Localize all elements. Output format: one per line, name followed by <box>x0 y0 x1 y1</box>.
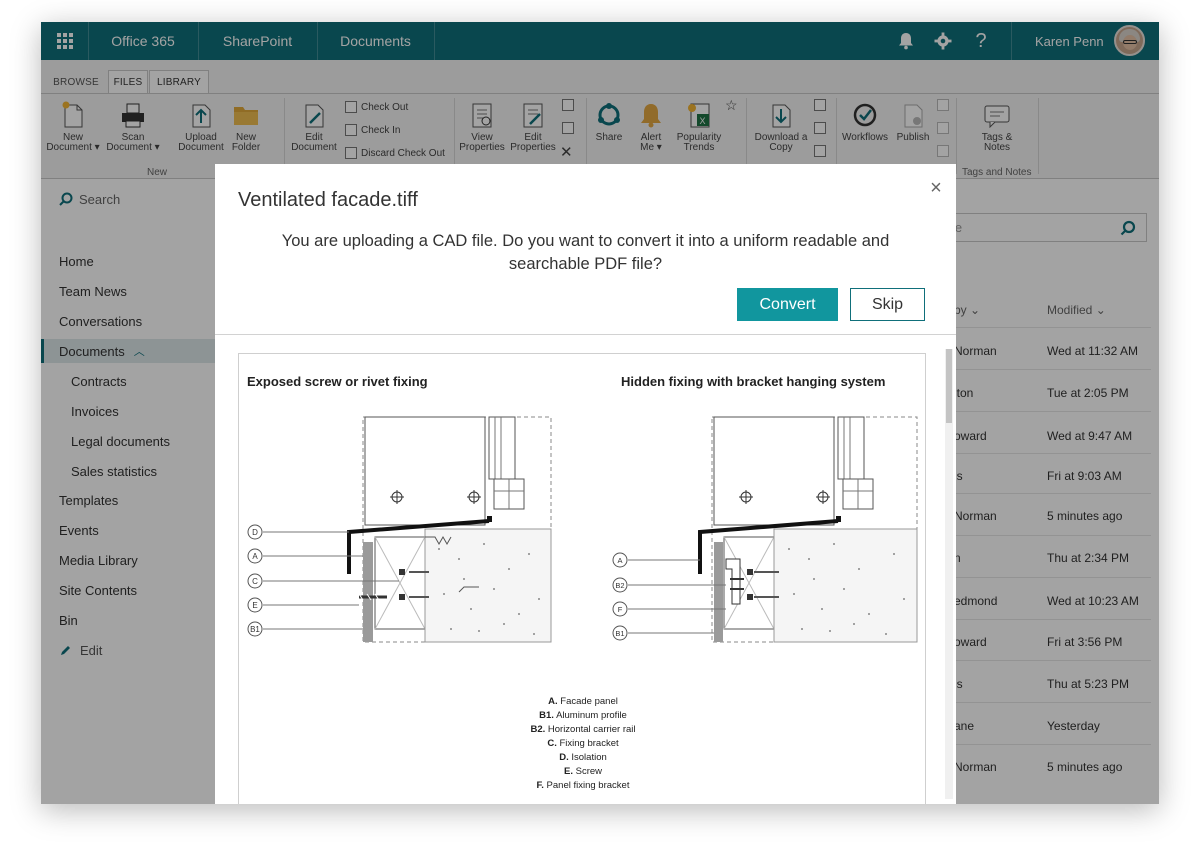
cad-preview: Exposed screw or rivet fixing Hidden fix… <box>238 353 926 804</box>
callout-label: D <box>252 528 258 537</box>
right-drawing-title: Hidden fixing with bracket hanging syste… <box>621 374 886 389</box>
dialog-divider <box>215 334 956 335</box>
convert-button[interactable]: Convert <box>737 288 838 321</box>
upload-dialog: Ventilated facade.tiff × You are uploadi… <box>215 164 956 804</box>
scrollbar-thumb[interactable] <box>946 349 952 423</box>
callout-label: A <box>252 552 258 561</box>
legend-item: C. Fixing bracket <box>239 737 925 751</box>
callout-label: E <box>252 601 257 610</box>
dialog-title: Ventilated facade.tiff <box>238 189 418 211</box>
skip-button[interactable]: Skip <box>850 288 925 321</box>
callout-label: B1 <box>250 625 260 634</box>
close-icon[interactable]: × <box>922 174 950 202</box>
callout-label: A <box>617 556 622 565</box>
legend-key: A. <box>548 696 558 707</box>
legend-text: Horizontal carrier rail <box>547 724 636 735</box>
legend-key: B2. <box>530 724 546 735</box>
callout-label: B2 <box>615 581 624 590</box>
cad-drawing-left: D A C E B1 <box>247 416 552 643</box>
callout-label: F <box>618 605 623 614</box>
legend-item: D. Isolation <box>239 751 925 765</box>
legend-item: E. Screw <box>239 765 925 779</box>
legend-key: F. <box>536 780 544 791</box>
legend-key: C. <box>547 738 557 749</box>
left-drawing-title: Exposed screw or rivet fixing <box>247 374 428 389</box>
legend-text: Fixing bracket <box>559 738 619 749</box>
sharepoint-window: Office 365 SharePoint Documents ? Karen … <box>41 22 1159 804</box>
callout-label: B1 <box>615 629 624 638</box>
legend-text: Aluminum profile <box>556 710 627 721</box>
legend-text: Isolation <box>571 752 607 763</box>
dialog-message: You are uploading a CAD file. Do you wan… <box>281 232 890 273</box>
cad-drawing-right: A B2 F B1 <box>612 416 918 643</box>
legend-key: E. <box>563 766 573 777</box>
legend-key: B1. <box>539 710 554 721</box>
legend-text: Panel fixing bracket <box>546 780 630 791</box>
callout-label: C <box>252 577 258 586</box>
preview-scrollbar[interactable] <box>945 349 953 799</box>
legend-item: B2. Horizontal carrier rail <box>239 723 925 737</box>
legend-item: B1. Aluminum profile <box>239 709 925 723</box>
legend-text: Screw <box>575 766 603 777</box>
legend-item: F. Panel fixing bracket <box>239 779 925 793</box>
legend-key: D. <box>559 752 569 763</box>
legend-item: A. Facade panel <box>239 695 925 709</box>
legend-text: Facade panel <box>560 696 618 707</box>
